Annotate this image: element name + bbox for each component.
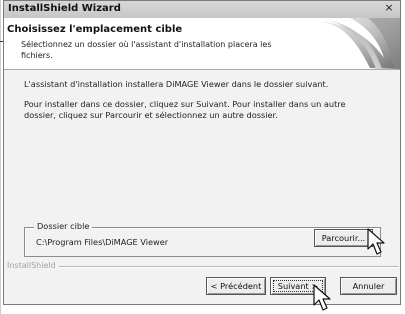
back-button[interactable]: < Précédent xyxy=(206,277,266,295)
destination-path: C:\Program Files\DiMAGE Viewer xyxy=(36,237,169,247)
arrow-cursor-icon xyxy=(313,284,331,311)
title-bar: InstallShield Wizard × xyxy=(4,1,400,19)
intro-text: L'assistant d'installation installera Di… xyxy=(24,79,329,89)
page-subtitle: Sélectionnez un dossier où l'assistant d… xyxy=(21,40,272,60)
instructions-text: Pour installer dans ce dossier, cliquez … xyxy=(24,99,346,120)
cancel-button[interactable]: Annuler xyxy=(340,277,397,295)
footer-separator xyxy=(7,266,399,268)
installshield-graphic-icon xyxy=(318,18,400,69)
close-icon[interactable]: × xyxy=(384,2,394,14)
wizard-header: Choisissez l'emplacement cible Sélection… xyxy=(4,18,400,70)
arrow-cursor-icon xyxy=(367,228,385,255)
installshield-brand-label: InstallShield xyxy=(7,261,59,270)
browse-button[interactable]: Parcourir... xyxy=(314,229,373,247)
destination-group-label: Dossier cible xyxy=(34,221,93,231)
window-title: InstallShield Wizard xyxy=(8,3,121,14)
page-title: Choisissez l'emplacement cible xyxy=(7,24,183,35)
installshield-dialog: InstallShield Wizard × Choisissez l'empl… xyxy=(3,0,401,305)
